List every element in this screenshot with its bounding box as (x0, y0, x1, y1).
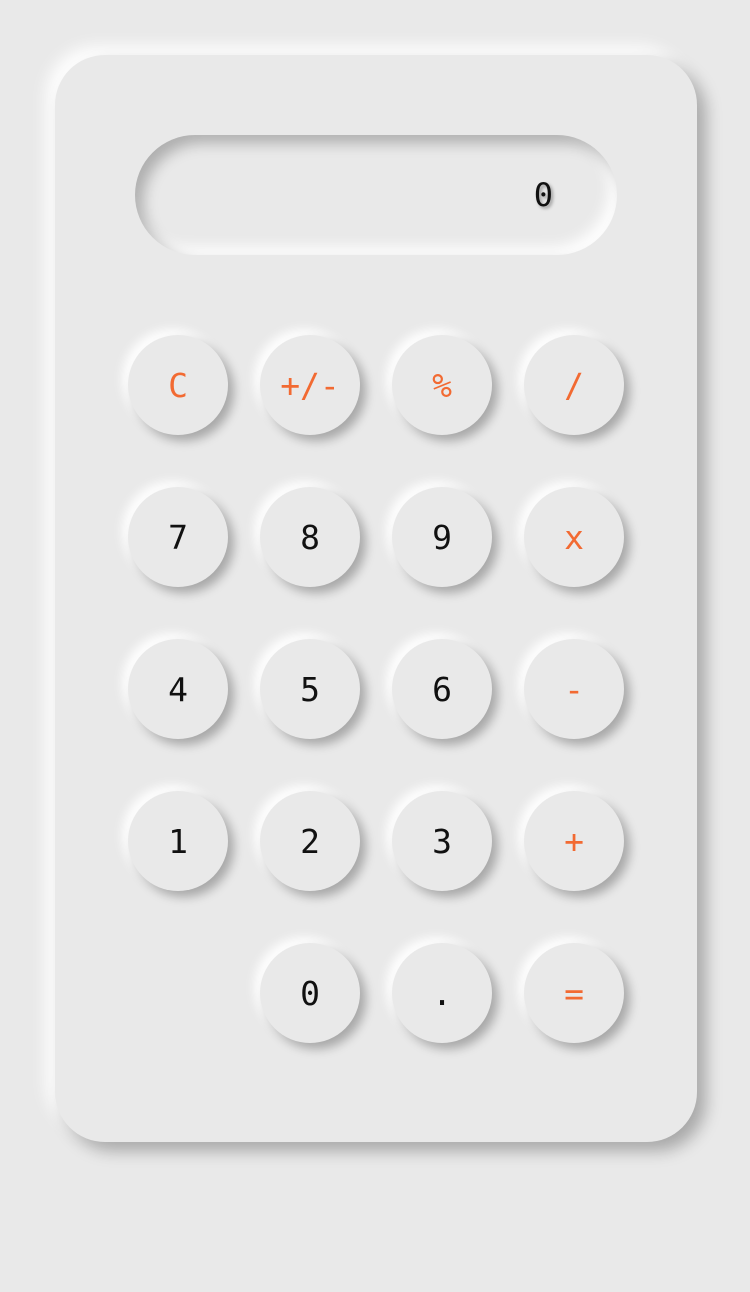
digit-3-button[interactable]: 3 (392, 791, 492, 891)
digit-5-button[interactable]: 5 (260, 639, 360, 739)
equals-button[interactable]: = (524, 943, 624, 1043)
multiply-button[interactable]: x (524, 487, 624, 587)
display-screen: 0 (135, 135, 617, 255)
digit-7-button[interactable]: 7 (128, 487, 228, 587)
clear-button[interactable]: C (128, 335, 228, 435)
sign-toggle-button[interactable]: +/- (260, 335, 360, 435)
digit-2-button[interactable]: 2 (260, 791, 360, 891)
add-button[interactable]: + (524, 791, 624, 891)
digit-8-button[interactable]: 8 (260, 487, 360, 587)
digit-0-button[interactable]: 0 (260, 943, 360, 1043)
digit-1-button[interactable]: 1 (128, 791, 228, 891)
percent-button[interactable]: % (392, 335, 492, 435)
digit-9-button[interactable]: 9 (392, 487, 492, 587)
subtract-button[interactable]: - (524, 639, 624, 739)
display-value: 0 (533, 176, 553, 214)
calculator-body: 0 C +/- % / 7 8 9 x 4 5 6 - 1 2 3 + 0 . … (55, 55, 697, 1142)
digit-4-button[interactable]: 4 (128, 639, 228, 739)
digit-6-button[interactable]: 6 (392, 639, 492, 739)
decimal-button[interactable]: . (392, 943, 492, 1043)
divide-button[interactable]: / (524, 335, 624, 435)
